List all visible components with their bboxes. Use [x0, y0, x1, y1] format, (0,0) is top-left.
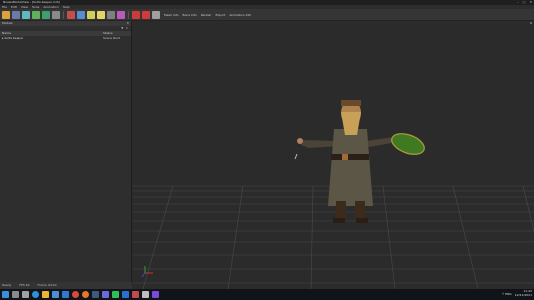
- toolbar-separator: [128, 10, 129, 19]
- edge-icon[interactable]: [32, 291, 39, 298]
- camera-icon[interactable]: [107, 10, 115, 19]
- tray-status[interactable]: ↑ ENG: [502, 292, 512, 296]
- windows-start-icon[interactable]: [2, 291, 9, 298]
- save-icon[interactable]: [12, 10, 20, 19]
- models-panel: Models ✕ ▼ ✕ Name Status ▸ Kolta Keeper …: [0, 21, 132, 289]
- firefox-icon[interactable]: [82, 291, 89, 298]
- taskbar-app-list: [2, 291, 159, 298]
- light-icon[interactable]: [97, 10, 105, 19]
- panel-title: Models: [2, 21, 13, 25]
- skeleton-icon[interactable]: [52, 10, 60, 19]
- move-icon[interactable]: [77, 10, 85, 19]
- window-title: NoesisModelView - [Kolta Keeper.mdl]: [3, 0, 60, 4]
- fps-readout: FPS 60: [19, 283, 30, 287]
- row-status: Scene Root: [103, 36, 120, 40]
- windows-taskbar: ↑ ENG 11:42 12/21/2021: [0, 289, 534, 300]
- clock[interactable]: 11:42 12/21/2021: [514, 289, 532, 297]
- stop-icon[interactable]: [152, 10, 160, 19]
- cube-icon[interactable]: [22, 10, 30, 19]
- clock-date: 12/21/2021: [514, 292, 532, 297]
- rotate-icon[interactable]: [87, 10, 95, 19]
- spotify-icon[interactable]: [112, 291, 119, 298]
- frame-readout: Frame 0/120: [37, 283, 57, 287]
- toolbar-text-button-3[interactable]: Export: [216, 13, 226, 17]
- record-icon[interactable]: [142, 10, 150, 19]
- table-row[interactable]: ▸ Kolta Keeper Scene Root: [0, 36, 131, 41]
- row-name: ▸ Kolta Keeper: [2, 36, 24, 40]
- file-explorer-icon[interactable]: [42, 291, 49, 298]
- toolbar-text-button-0[interactable]: Mesh Info: [164, 13, 179, 17]
- toolbar-separator: [63, 10, 64, 19]
- steam-icon[interactable]: [92, 291, 99, 298]
- viewport-corner-handle[interactable]: [530, 22, 532, 24]
- toolbar-text-button-2[interactable]: Render: [201, 13, 212, 17]
- mail-icon[interactable]: [62, 291, 69, 298]
- grid-icon[interactable]: [32, 10, 40, 19]
- scale-icon[interactable]: [117, 10, 125, 19]
- discord-icon[interactable]: [102, 291, 109, 298]
- search-icon[interactable]: [12, 291, 19, 298]
- status-bar: Ready FPS 60 Frame 0/120: [0, 282, 132, 289]
- open-folder-icon[interactable]: [2, 10, 10, 19]
- play-icon[interactable]: [132, 10, 140, 19]
- 3d-viewport[interactable]: [133, 21, 534, 289]
- photoshop-icon[interactable]: [122, 291, 129, 298]
- chrome-icon[interactable]: [72, 291, 79, 298]
- toolbar-text-button-1[interactable]: Bone Info: [183, 13, 197, 17]
- panel-close-button[interactable]: ✕: [126, 21, 129, 26]
- terminal-icon[interactable]: [142, 291, 149, 298]
- select-icon[interactable]: [67, 10, 75, 19]
- status-text: Ready: [2, 283, 12, 287]
- toolbar-text-button-4[interactable]: Animation Info: [229, 13, 251, 17]
- store-icon[interactable]: [52, 291, 59, 298]
- system-tray: ↑ ENG 11:42 12/21/2021: [502, 289, 532, 297]
- game-icon[interactable]: [152, 291, 159, 298]
- mesh-icon[interactable]: [42, 10, 50, 19]
- task-view-icon[interactable]: [22, 291, 29, 298]
- main-toolbar: Mesh Info Bone Info Render Export Animation …: [0, 9, 534, 21]
- viewport-canvas[interactable]: [133, 21, 534, 289]
- panel-title-bar: Models ✕: [0, 21, 131, 26]
- app-window: NoesisModelView - [Kolta Keeper.mdl] – □…: [0, 0, 534, 300]
- noesis-icon[interactable]: [132, 291, 139, 298]
